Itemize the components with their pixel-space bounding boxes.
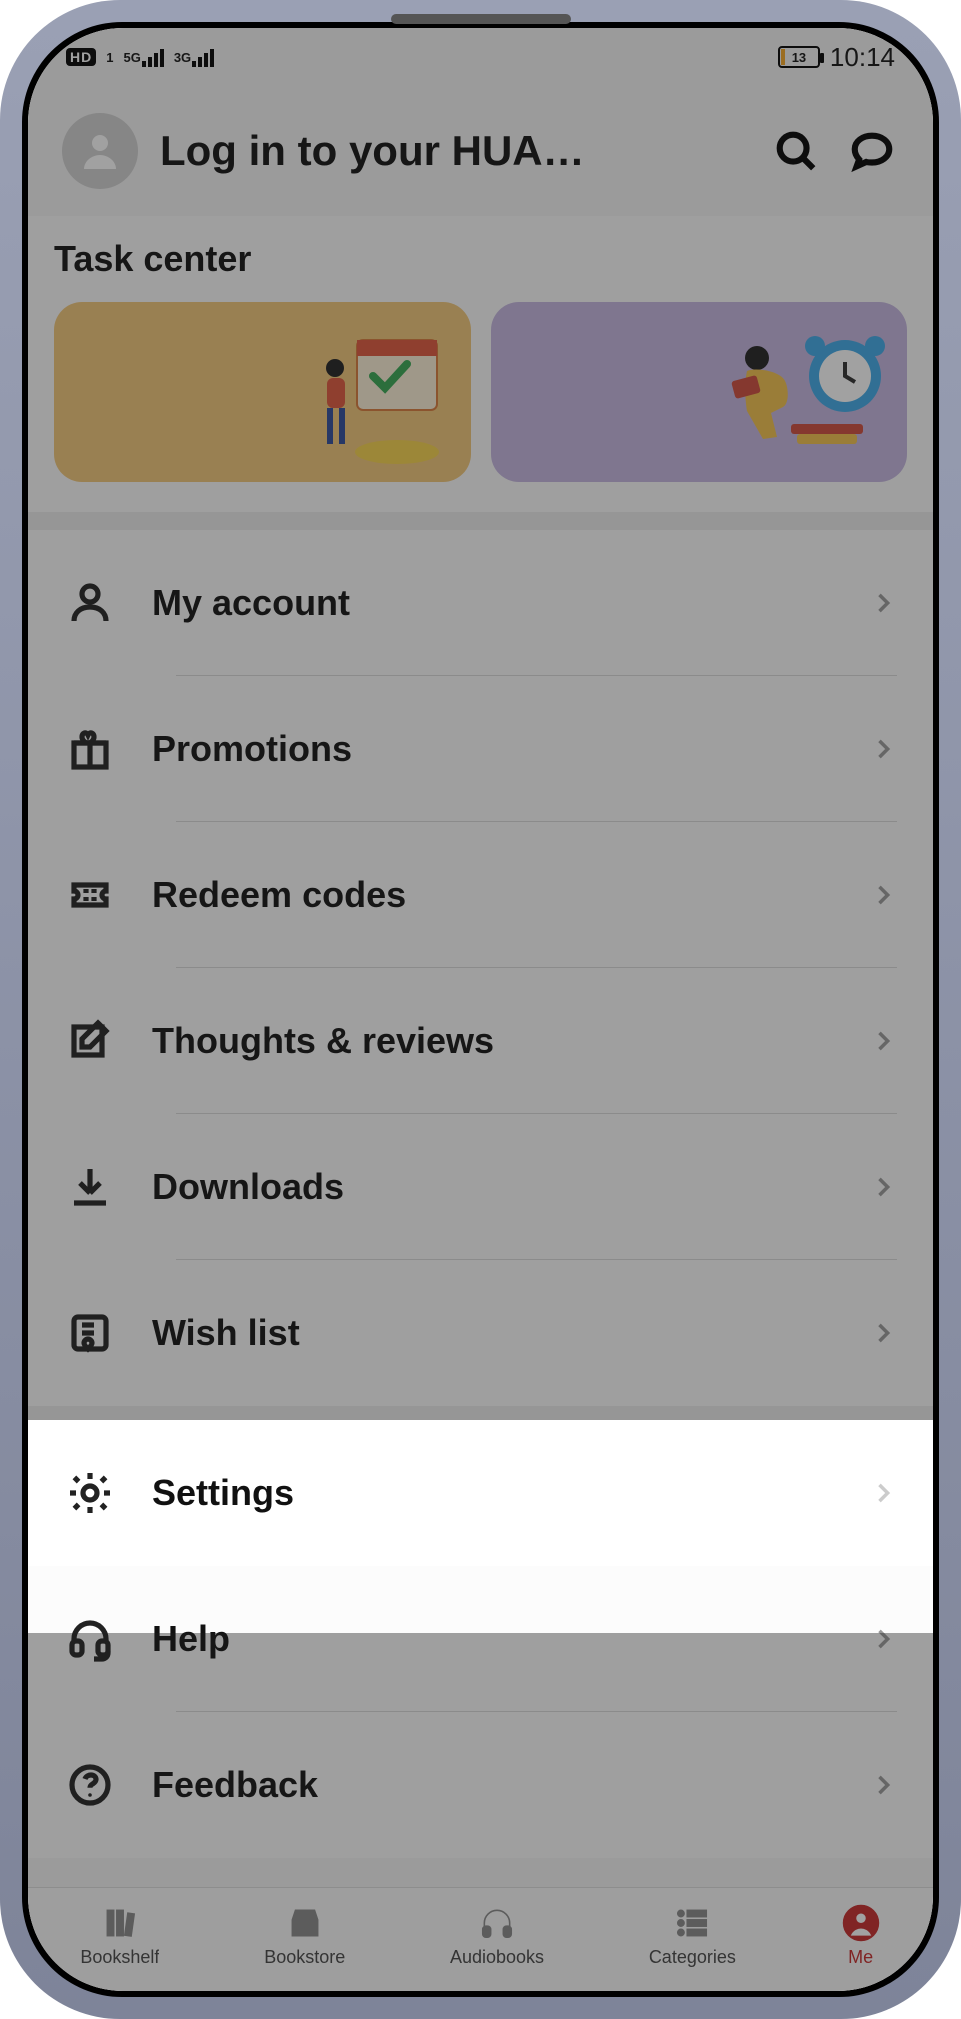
nav-bookshelf[interactable]: Bookshelf (80, 1903, 159, 1968)
signal-2: 3G (174, 47, 214, 67)
task-card-reading[interactable] (491, 302, 908, 482)
signal-bars-icon (142, 47, 164, 67)
chevron-right-icon (869, 735, 897, 763)
wishlist-icon (64, 1307, 116, 1359)
row-promotions[interactable]: Promotions (28, 676, 933, 822)
hd-text: HD (70, 49, 92, 65)
signal-1: 5G (123, 47, 163, 67)
person-icon (64, 577, 116, 629)
gift-icon (64, 723, 116, 775)
status-right: 13 10:14 (728, 42, 895, 73)
gear-icon (64, 1467, 116, 1519)
bookshelf-icon (100, 1903, 140, 1943)
divider (28, 512, 933, 530)
list-icon (672, 1903, 712, 1943)
signal-bars-icon (192, 47, 214, 67)
signal-2-label: 3G (174, 50, 191, 65)
row-label: Settings (152, 1472, 833, 1514)
search-button[interactable] (769, 124, 823, 178)
status-bar: HD 1 5G 3G (28, 28, 933, 86)
row-help[interactable]: Help (28, 1566, 933, 1712)
search-icon (773, 128, 819, 174)
divider (28, 1406, 933, 1420)
signal-1-label: 5G (123, 50, 140, 65)
task-card-checkin[interactable] (54, 302, 471, 482)
row-label: Feedback (152, 1764, 833, 1806)
calendar-checkin-illustration (287, 316, 457, 476)
chevron-right-icon (869, 1173, 897, 1201)
login-title[interactable]: Log in to your HUA… (160, 127, 747, 175)
nav-label: Me (848, 1947, 873, 1968)
nav-label: Categories (649, 1947, 736, 1968)
screen: HD 1 5G 3G (28, 28, 933, 1991)
task-center-title: Task center (54, 238, 907, 280)
phone-earpiece (391, 14, 571, 24)
row-wish-list[interactable]: Wish list (28, 1260, 933, 1406)
row-settings[interactable]: Settings (28, 1420, 933, 1566)
comments-button[interactable] (845, 124, 899, 178)
hd-badge: HD (66, 48, 96, 66)
row-label: Wish list (152, 1312, 833, 1354)
chevron-right-icon (869, 1027, 897, 1055)
store-icon (285, 1903, 325, 1943)
task-center-section: Task center (28, 216, 933, 512)
headset-icon (64, 1613, 116, 1665)
row-label: Redeem codes (152, 874, 833, 916)
ticket-icon (64, 869, 116, 921)
row-label: Thoughts & reviews (152, 1020, 833, 1062)
person-circle-icon (841, 1903, 881, 1943)
chevron-right-icon (869, 589, 897, 617)
person-icon (76, 127, 124, 175)
help-circle-icon (64, 1759, 116, 1811)
headphones-icon (477, 1903, 517, 1943)
row-label: Downloads (152, 1166, 833, 1208)
clock: 10:14 (830, 42, 895, 73)
row-thoughts-reviews[interactable]: Thoughts & reviews (28, 968, 933, 1114)
row-label: Help (152, 1618, 833, 1660)
reading-clock-illustration (703, 316, 893, 476)
download-icon (64, 1161, 116, 1213)
nav-categories[interactable]: Categories (649, 1903, 736, 1968)
nav-label: Bookstore (264, 1947, 345, 1968)
row-label: My account (152, 582, 833, 624)
nav-label: Bookshelf (80, 1947, 159, 1968)
header: Log in to your HUA… (28, 86, 933, 216)
row-downloads[interactable]: Downloads (28, 1114, 933, 1260)
row-label: Promotions (152, 728, 833, 770)
edit-note-icon (64, 1015, 116, 1067)
row-my-account[interactable]: My account (28, 530, 933, 676)
speech-bubble-icon (849, 128, 895, 174)
battery-icon: 13 (778, 46, 820, 68)
chevron-right-icon (869, 1771, 897, 1799)
nav-label: Audiobooks (450, 1947, 544, 1968)
task-cards (54, 302, 907, 482)
nav-bookstore[interactable]: Bookstore (264, 1903, 345, 1968)
row-feedback[interactable]: Feedback (28, 1712, 933, 1858)
phone-bezel: HD 1 5G 3G (22, 22, 939, 1997)
chevron-right-icon (869, 1479, 897, 1507)
phone-frame: HD 1 5G 3G (0, 0, 961, 2019)
nav-audiobooks[interactable]: Audiobooks (450, 1903, 544, 1968)
sim-index: 1 (106, 50, 113, 65)
battery-percent: 13 (780, 48, 818, 66)
row-redeem-codes[interactable]: Redeem codes (28, 822, 933, 968)
nav-me[interactable]: Me (841, 1903, 881, 1968)
chevron-right-icon (869, 1625, 897, 1653)
chevron-right-icon (869, 881, 897, 909)
avatar[interactable] (62, 113, 138, 189)
chevron-right-icon (869, 1319, 897, 1347)
status-left: HD 1 5G 3G (66, 47, 244, 67)
bottom-nav: Bookshelf Bookstore Audiobooks Categorie… (28, 1887, 933, 1991)
